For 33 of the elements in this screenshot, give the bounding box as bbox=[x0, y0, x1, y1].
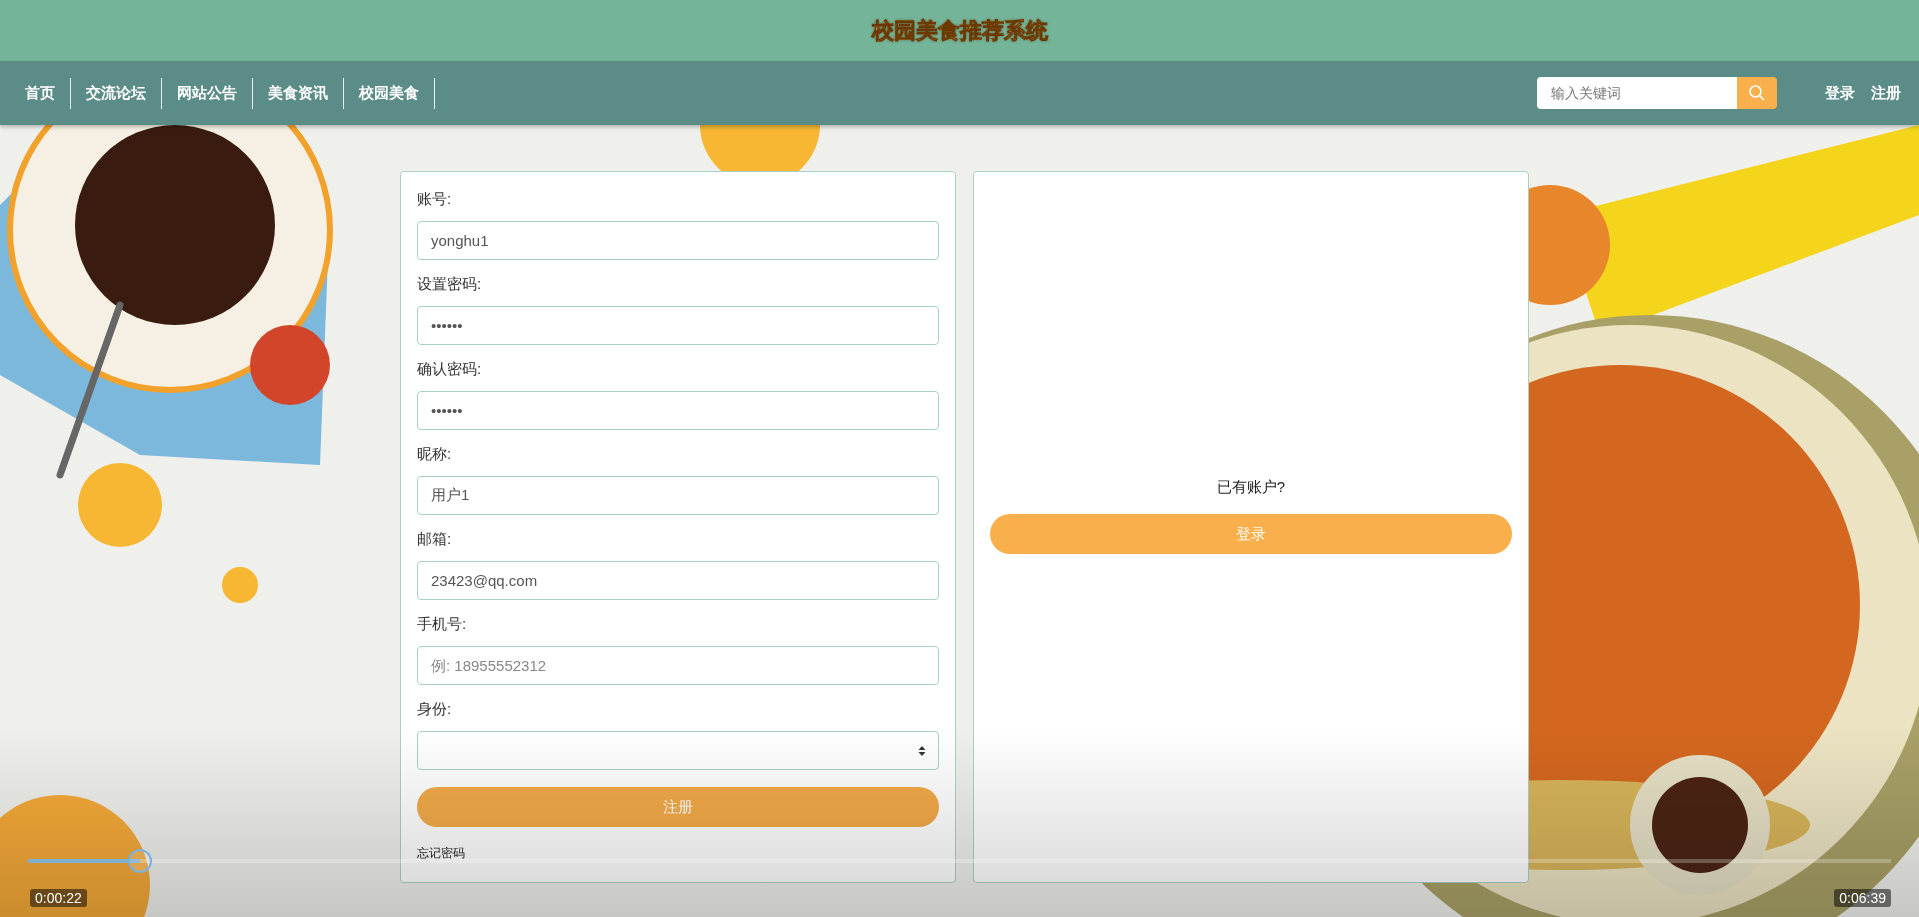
input-field[interactable]: 23423@qq.com bbox=[417, 561, 939, 600]
search-icon bbox=[1748, 84, 1766, 102]
duration-time: 0:06:39 bbox=[1834, 889, 1891, 907]
password-field[interactable]: •••••• bbox=[417, 391, 939, 430]
slider-thumb[interactable] bbox=[127, 849, 152, 873]
site-title: 校园美食推荐系统 bbox=[871, 16, 1048, 45]
nav-link[interactable]: 交流论坛 bbox=[71, 78, 161, 108]
register-button[interactable]: 注册 bbox=[417, 787, 939, 827]
auth-link[interactable]: 注册 bbox=[1871, 78, 1901, 108]
field-label: 邮箱: bbox=[417, 530, 453, 549]
video-progress-slider[interactable] bbox=[28, 849, 1891, 873]
password-field[interactable]: •••••• bbox=[417, 306, 939, 345]
field-label: 昵称: bbox=[417, 445, 453, 464]
nav-link[interactable]: 首页 bbox=[10, 78, 70, 108]
input-field[interactable]: 例: 18955552312 bbox=[417, 646, 939, 685]
field-label: 确认密码: bbox=[417, 360, 483, 379]
current-time: 0:00:22 bbox=[30, 889, 87, 907]
field-label: 身份: bbox=[417, 700, 453, 719]
auth-link[interactable]: 登录 bbox=[1825, 78, 1855, 108]
field-label: 账号: bbox=[417, 190, 453, 209]
search-field[interactable]: 输入关键词 bbox=[1537, 77, 1737, 109]
input-field[interactable]: 用户1 bbox=[417, 476, 939, 515]
input-field[interactable]: yonghu1 bbox=[417, 221, 939, 260]
forgot-password-link[interactable]: 忘记密码 bbox=[417, 845, 465, 862]
nav-link[interactable]: 网站公告 bbox=[162, 78, 252, 108]
select-field[interactable] bbox=[417, 731, 939, 770]
field-label: 设置密码: bbox=[417, 275, 483, 294]
nav-link[interactable]: 美食资讯 bbox=[253, 78, 343, 108]
search-button[interactable] bbox=[1737, 77, 1777, 109]
nav-link[interactable]: 校园美食 bbox=[344, 78, 434, 108]
field-label: 手机号: bbox=[417, 615, 468, 634]
sort-arrows-icon bbox=[918, 744, 926, 757]
login-prompt: 已有账户? bbox=[1216, 478, 1286, 497]
